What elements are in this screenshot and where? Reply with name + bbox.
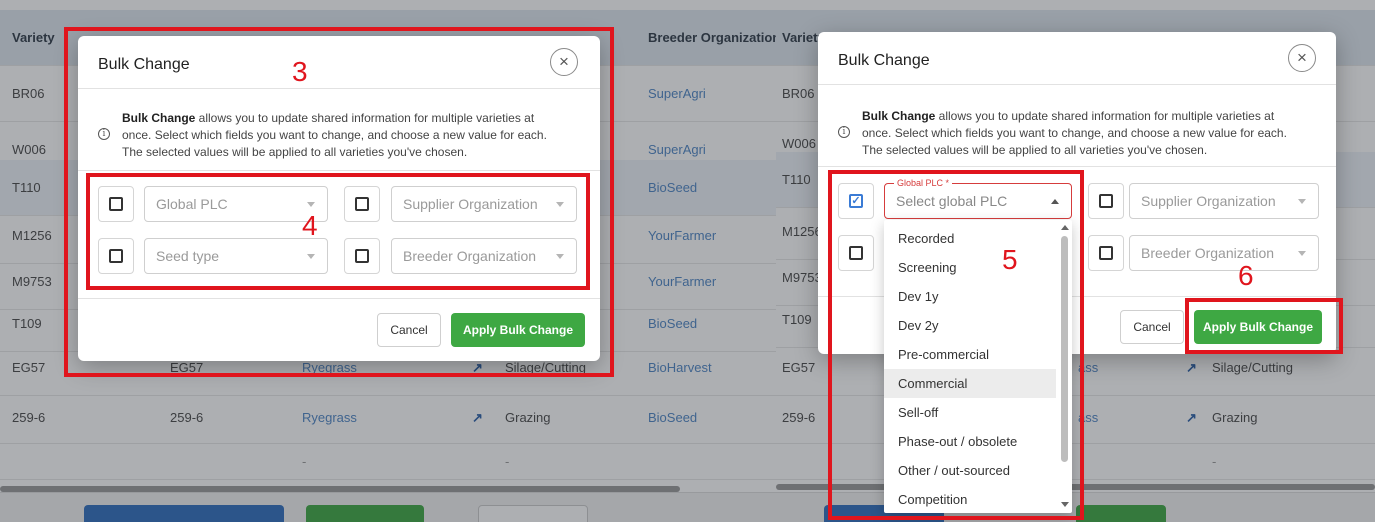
info-line-2: once. Select which fields you want to ch… [862,126,1287,140]
divider [818,166,1336,167]
chevron-down-icon [1298,251,1306,256]
step-number-4: 4 [302,210,318,241]
step-number-3: 3 [292,56,308,87]
info-text: Bulk Change allows you to update shared … [862,108,1332,159]
left-screenshot-panel: Variety Breeder Organization BR06 SuperA… [0,0,776,522]
cancel-button[interactable]: Cancel [1120,310,1184,344]
annotation-box-fields [86,173,590,290]
modal-title: Bulk Change [838,52,930,69]
info-line-1: allows you to update shared information … [935,109,1275,123]
annotation-box-dropdown [828,170,1084,520]
info-bold: Bulk Change [862,109,936,123]
divider [818,84,1336,85]
supplier-organization-select[interactable]: Supplier Organization [1129,183,1319,219]
supplier-placeholder: Supplier Organization [1141,193,1276,209]
chevron-down-icon [1298,199,1306,204]
info-line-3: The selected values will be applied to a… [862,143,1208,157]
right-screenshot-panel: Variety BR06 W006 T110 M1256 M9753 T109 … [776,0,1375,522]
annotation-box-apply [1185,298,1343,354]
supplier-checkbox[interactable] [1088,183,1124,219]
step-number-6: 6 [1238,260,1254,291]
breeder-checkbox[interactable] [1088,235,1124,271]
step-number-5: 5 [1002,244,1018,275]
breeder-placeholder: Breeder Organization [1141,245,1275,261]
info-icon: i [838,126,850,138]
breeder-organization-select[interactable]: Breeder Organization [1129,235,1319,271]
close-icon[interactable]: × [1288,44,1316,72]
